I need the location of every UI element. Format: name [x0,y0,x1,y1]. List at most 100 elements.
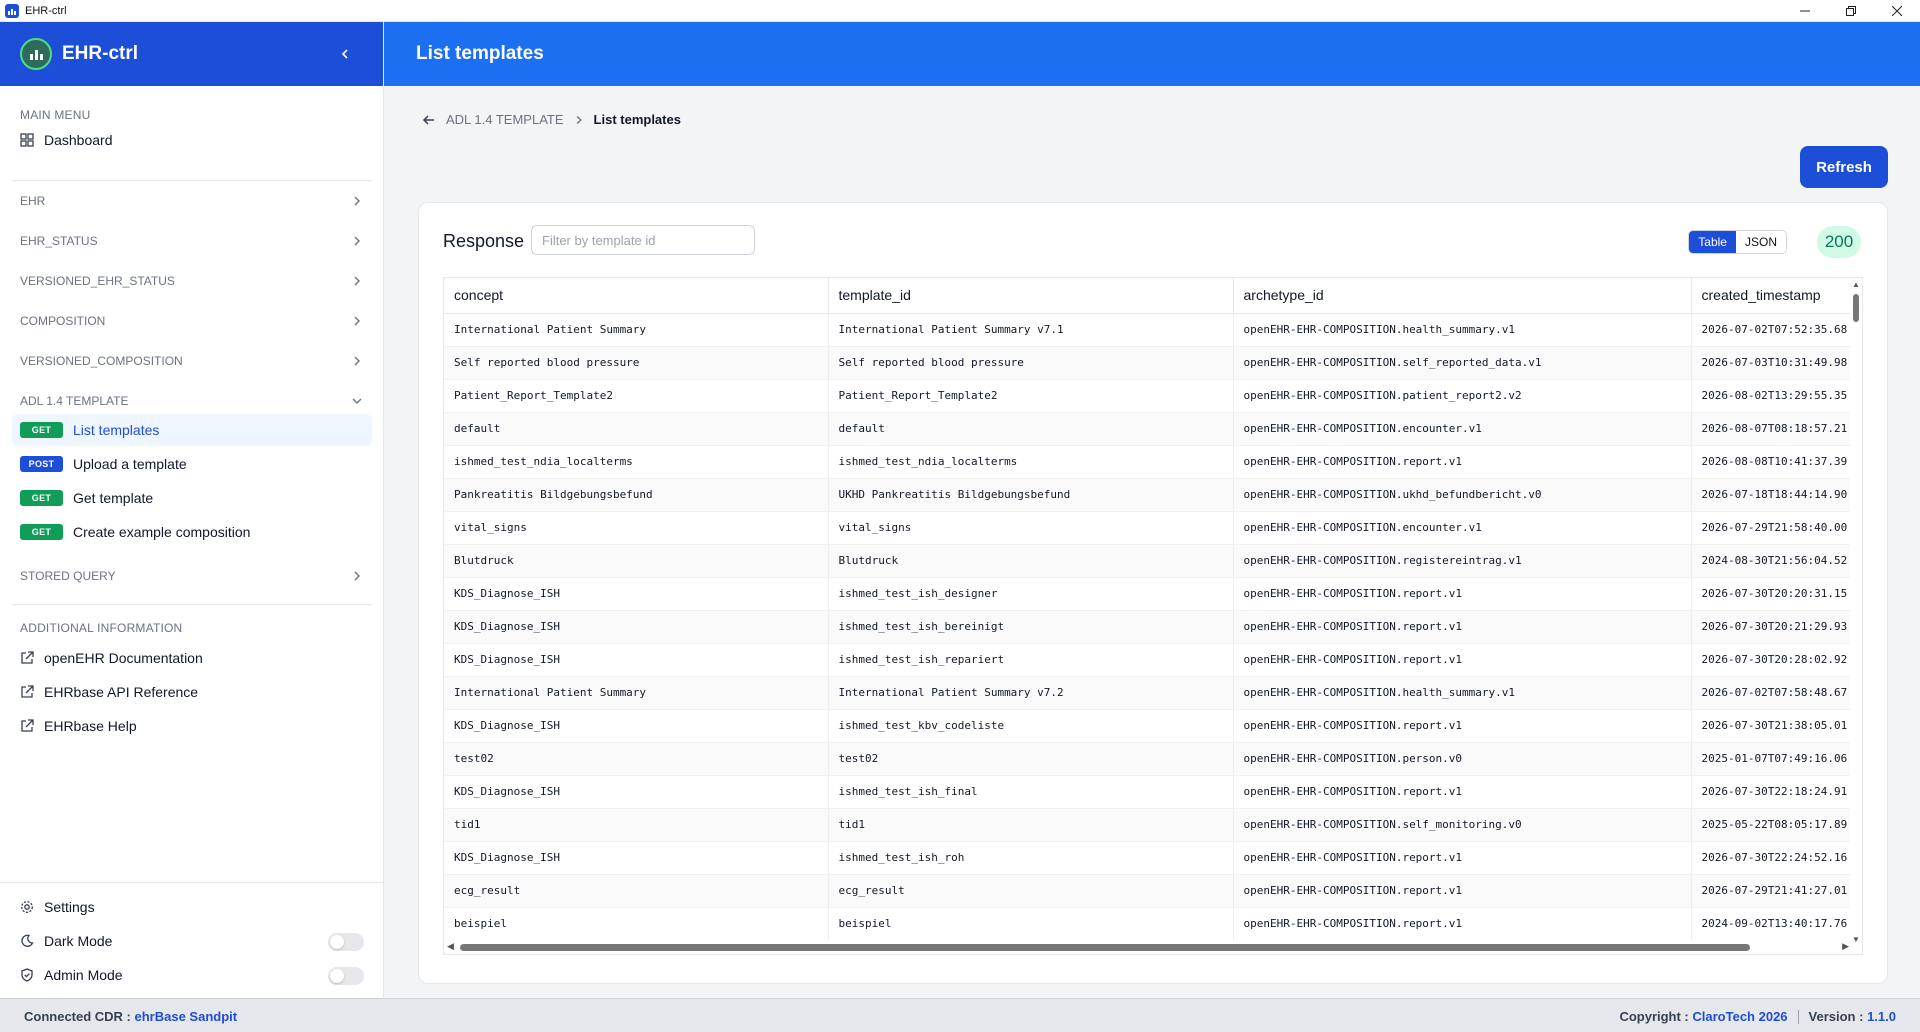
admin-mode-label: Admin Mode [44,967,123,983]
table-row[interactable]: KDS_Diagnose_ISH ishmed_test_ish_roh openE… [444,841,1862,875]
view-option-table[interactable]: Table [1689,231,1736,253]
window-controls [1782,0,1920,22]
sidebar-group-stored-query[interactable]: STORED QUERY [20,564,364,588]
method-badge-get: GET [20,422,63,438]
settings-item[interactable]: Settings [20,899,95,915]
external-link-icon [21,719,34,732]
sidebar-group-adl-template[interactable]: ADL 1.4 TEMPLATE [20,389,364,413]
scroll-up-arrow[interactable]: ▲ [1852,280,1860,289]
cell-created-timestamp: 2026-07-30T21:38:05.01 [1691,709,1862,743]
scroll-down-arrow[interactable]: ▼ [1852,935,1860,944]
cell-created-timestamp: 2026-08-07T08:18:57.21 [1691,412,1862,446]
cell-concept: Pankreatitis Bildgebungsbefund [444,478,829,512]
minimize-button[interactable] [1782,0,1828,22]
cell-concept: KDS_Diagnose_ISH [444,775,829,809]
column-header-template-id[interactable]: template_id [828,278,1234,314]
settings-label: Settings [44,899,95,915]
column-header-created-timestamp[interactable]: created_timestamp [1691,278,1862,314]
sidebar-item-get-template[interactable]: GET Get template [12,482,372,514]
cell-created-timestamp: 2026-07-30T20:21:29.93 [1691,610,1862,644]
cell-template-id: ecg_result [828,874,1234,908]
table-row[interactable]: Patient_Report_Template2 Patient_Report_T… [444,379,1862,413]
column-header-archetype-id[interactable]: archetype_id [1233,278,1692,314]
collapse-sidebar-button[interactable] [335,44,355,64]
cell-concept: beispiel [444,907,829,941]
restore-button[interactable] [1828,0,1874,22]
sidebar-group-label: COMPOSITION [20,314,106,328]
cell-archetype-id: openEHR-EHR-COMPOSITION.report.v1 [1233,775,1692,809]
table-row[interactable]: Blutdruck Blutdruck openEHR-EHR-COMPOSITIO… [444,544,1862,578]
vertical-scroll-thumb[interactable] [1853,294,1859,322]
breadcrumb-parent[interactable]: ADL 1.4 TEMPLATE [446,112,564,127]
cell-archetype-id: openEHR-EHR-COMPOSITION.report.v1 [1233,643,1692,677]
table-row[interactable]: test02 test02 openEHR-EHR-COMPOSITION.pers… [444,742,1862,776]
sidebar-group-ehr[interactable]: EHR [20,189,364,213]
cell-created-timestamp: 2026-07-30T22:18:24.91 [1691,775,1862,809]
sidebar-item-list-templates[interactable]: GET List templates [12,414,372,446]
cell-created-timestamp: 2024-09-02T13:40:17.76 [1691,907,1862,941]
response-label: Response [443,231,525,251]
sidebar-item-create-example-composition[interactable]: GET Create example composition [12,516,372,548]
sidebar-group-ehr-status[interactable]: EHR_STATUS [20,229,364,253]
cell-template-id: ishmed_test_ish_bereinigt [828,610,1234,644]
cell-archetype-id: openEHR-EHR-COMPOSITION.ukhd_befundberic… [1233,478,1692,512]
vertical-scrollbar[interactable]: ▲ ▼ [1850,278,1862,944]
external-link-icon [21,685,34,698]
sidebar-group-versioned-composition[interactable]: VERSIONED_COMPOSITION [20,349,364,373]
page-header: List templates [384,22,1920,86]
cell-concept: ecg_result [444,874,829,908]
cell-template-id: tid1 [828,808,1234,842]
table-row[interactable]: Pankreatitis Bildgebungsbefund UKHD Pankr… [444,478,1862,512]
brand-name: EHR-ctrl [62,43,139,64]
close-window-button[interactable] [1874,0,1920,22]
table-row[interactable]: KDS_Diagnose_ISH ishmed_test_ish_reparier… [444,643,1862,677]
cell-template-id: test02 [828,742,1234,776]
scroll-left-arrow[interactable]: ◀ [447,941,454,952]
sidebar-group-label: EHR [20,194,46,208]
scroll-right-arrow[interactable]: ▶ [1842,941,1849,952]
column-header-concept[interactable]: concept [444,278,829,314]
method-badge-post: POST [20,456,63,472]
dark-mode-toggle[interactable] [328,933,364,951]
cell-created-timestamp: 2026-07-29T21:41:27.01 [1691,874,1862,908]
table-row[interactable]: KDS_Diagnose_ISH ishmed_test_ish_bereinig… [444,610,1862,644]
cell-template-id: ishmed_test_ish_designer [828,577,1234,611]
cell-template-id: ishmed_test_ish_repariert [828,643,1234,677]
refresh-button[interactable]: Refresh [1800,146,1888,188]
table-row[interactable]: Self reported blood pressure Self reporte… [444,346,1862,380]
cell-concept: Self reported blood pressure [444,346,829,380]
table-row[interactable]: default default openEHR-EHR-COMPOSITION.en… [444,412,1862,446]
table-row[interactable]: International Patient Summary Internation… [444,676,1862,710]
chevron-down-icon [352,398,362,404]
link-ehrbase-api-reference[interactable]: EHRbase API Reference [20,684,198,700]
cell-created-timestamp: 2026-07-03T10:31:49.98 [1691,346,1862,380]
cell-concept: KDS_Diagnose_ISH [444,577,829,611]
link-openehr-documentation[interactable]: openEHR Documentation [20,650,203,666]
moon-icon [21,934,34,947]
table-row[interactable]: beispiel beispiel openEHR-EHR-COMPOSITION.… [444,907,1862,941]
restore-icon [1846,6,1856,16]
admin-mode-toggle[interactable] [328,967,364,985]
table-row[interactable]: KDS_Diagnose_ISH ishmed_test_ish_final ope… [444,775,1862,809]
back-button[interactable] [422,113,436,127]
sidebar-item-dashboard[interactable]: Dashboard [20,132,113,148]
table-row[interactable]: KDS_Diagnose_ISH ishmed_test_kbv_codelist… [444,709,1862,743]
sidebar-item-upload-template[interactable]: POST Upload a template [12,448,372,480]
horizontal-scroll-thumb[interactable] [460,944,1750,951]
table-row[interactable]: International Patient Summary Internation… [444,313,1862,347]
table-row[interactable]: vital_signs vital_signs openEHR-EHR-COMPOS… [444,511,1862,545]
cell-template-id: default [828,412,1234,446]
chevron-left-icon [341,49,348,59]
template-id-filter-input[interactable] [531,225,755,255]
table-row[interactable]: ecg_result ecg_result openEHR-EHR-COMPOSIT… [444,874,1862,908]
view-option-json[interactable]: JSON [1735,231,1786,253]
table-row[interactable]: KDS_Diagnose_ISH ishmed_test_ish_designer… [444,577,1862,611]
cell-template-id: beispiel [828,907,1234,941]
table-row[interactable]: ishmed_test_ndia_localterms ishmed_test_n… [444,445,1862,479]
sidebar-group-composition[interactable]: COMPOSITION [20,309,364,333]
cell-template-id: ishmed_test_ish_final [828,775,1234,809]
link-ehrbase-help[interactable]: EHRbase Help [20,718,137,734]
table-row[interactable]: tid1 tid1 openEHR-EHR-COMPOSITION.self_mon… [444,808,1862,842]
horizontal-scrollbar[interactable]: ◀ ▶ [444,940,1852,954]
sidebar-group-versioned-ehr-status[interactable]: VERSIONED_EHR_STATUS [20,269,364,293]
